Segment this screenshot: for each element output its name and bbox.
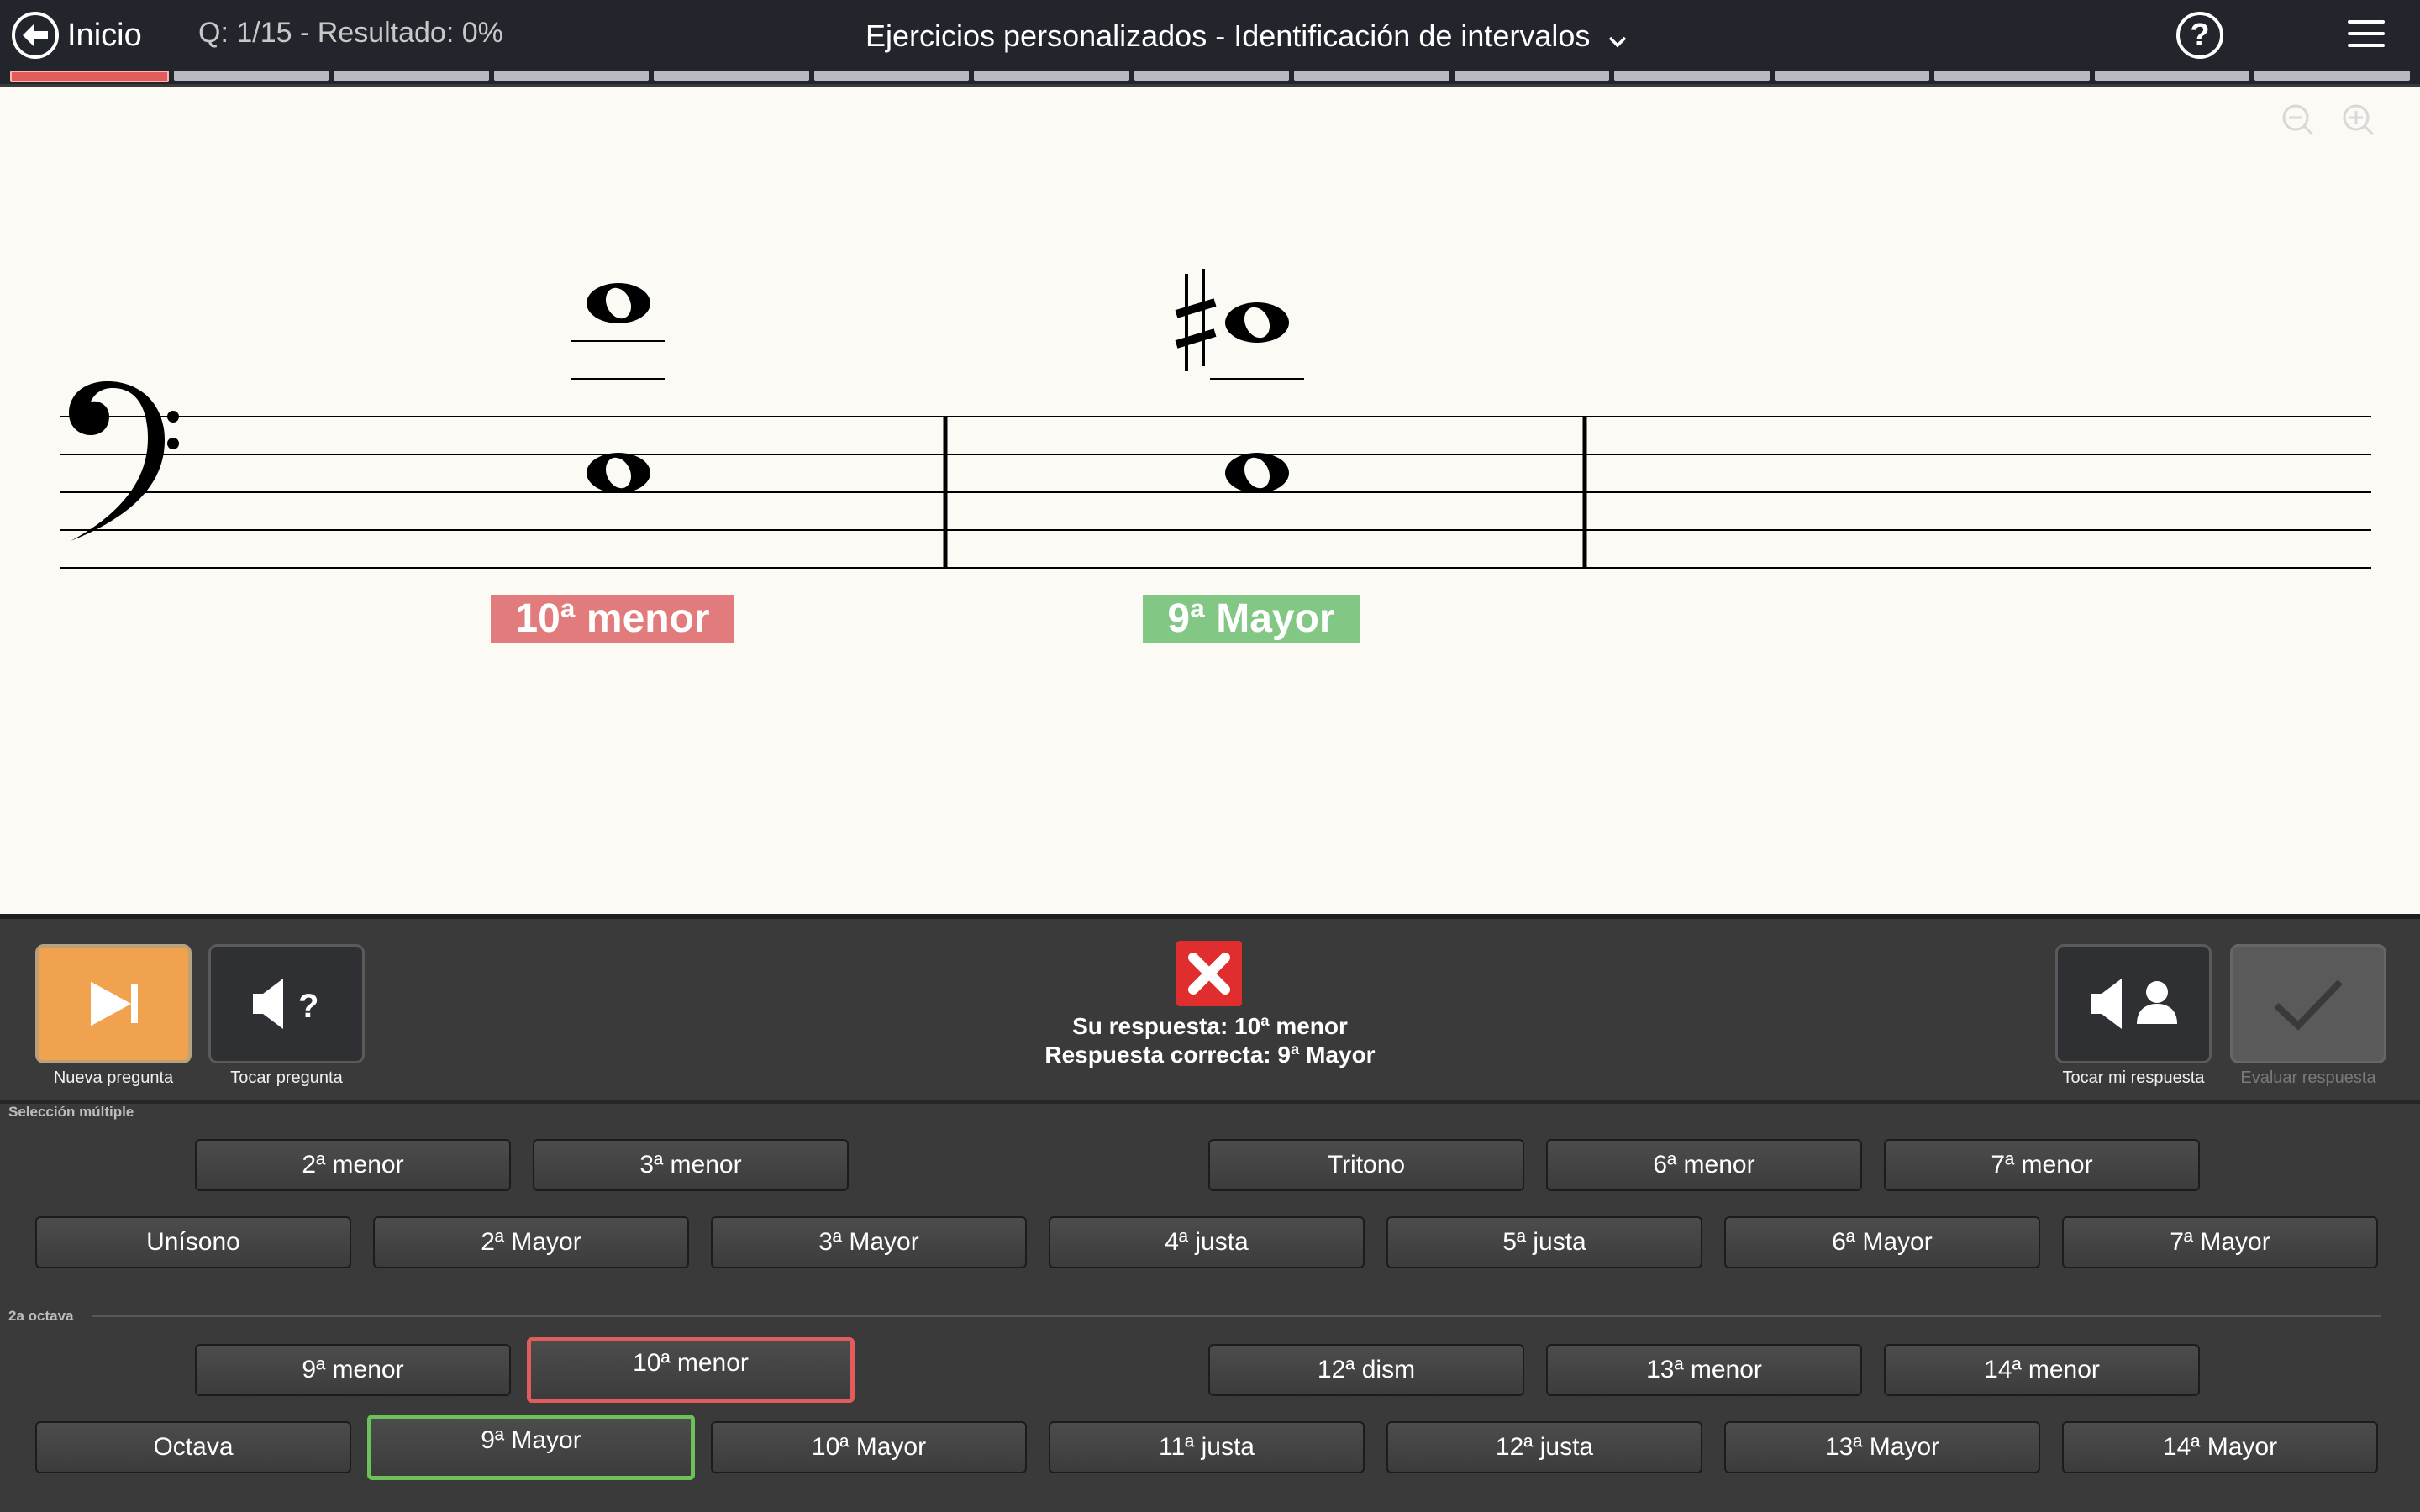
answer-button[interactable]: 12ª justa [1386,1421,1702,1473]
answer-button[interactable]: 10ª Mayor [711,1421,1027,1473]
answer-button-selected-wrong[interactable]: 10ª menor [527,1337,855,1403]
progress-segment [493,71,650,81]
new-question-label: Nueva pregunta [53,1068,174,1087]
ledger-lines [571,340,666,380]
answer-button[interactable]: 6ª Mayor [1724,1216,2040,1268]
progress-text: Q: 1/15 - Resultado: 0% [198,17,503,49]
section-label-second-octave: 2a octava [8,1308,74,1324]
answer-button[interactable]: 13ª Mayor [1724,1421,2040,1473]
section-label-multiple-choice: Selección múltiple [8,1104,134,1120]
progress-segment [654,71,809,81]
whole-note [1225,302,1289,343]
progress-segment [974,71,1129,81]
home-button[interactable]: Inicio [12,10,142,60]
exercise-title-dropdown[interactable]: Ejercicios personalizados - Identificaci… [865,17,1627,55]
help-icon[interactable]: ? [2176,12,2223,59]
bass-clef-icon [69,381,179,541]
answer-button[interactable]: Unísono [35,1216,351,1268]
whole-note [1225,453,1289,493]
play-my-answer-button[interactable] [2055,944,2212,1063]
answer-button[interactable]: 6ª menor [1546,1139,1862,1191]
section-divider [92,1315,2381,1317]
play-question-label: Tocar pregunta [230,1068,343,1087]
play-question-button[interactable]: ? [208,944,365,1063]
chevron-down-icon [1608,20,1627,55]
answer-button[interactable]: 9ª menor [195,1344,511,1396]
back-arrow-icon [12,12,59,59]
whole-note [587,453,650,493]
progress-segment [1454,71,1610,81]
answer-button[interactable]: 7ª menor [1884,1139,2200,1191]
answer-button[interactable]: 11ª justa [1049,1421,1365,1473]
progress-segment [1614,71,1770,81]
progress-segment [1934,71,2090,81]
incorrect-x-icon [1176,941,1242,1006]
answer-button[interactable]: 2ª menor [195,1139,511,1191]
speaker-person-icon [2091,979,2177,1029]
progress-segment [1774,71,1930,81]
evaluate-answer-button[interactable] [2230,944,2386,1063]
hamburger-menu-icon[interactable] [2348,20,2385,50]
progress-segment [173,71,329,81]
progress-segment [2254,71,2410,81]
interval-label-correct: 9ª Mayor [1143,595,1360,643]
progress-segment [813,71,970,81]
svg-text:?: ? [298,988,318,1025]
zoom-in-icon[interactable] [2343,104,2375,136]
evaluate-answer-label: Evaluar respuesta [2240,1068,2376,1087]
answer-button[interactable]: 4ª justa [1049,1216,1365,1268]
speaker-question-icon: ? [253,979,318,1029]
score-area: 10ª menor 9ª Mayor [0,87,2420,914]
progress-segment [2094,71,2250,81]
question-progress-bar [10,71,2410,84]
progress-segment [334,71,489,81]
zoom-out-icon[interactable] [2282,104,2314,136]
answer-button[interactable]: 14ª menor [1884,1344,2200,1396]
answer-button[interactable]: 7ª Mayor [2062,1216,2378,1268]
answer-button[interactable]: Tritono [1208,1139,1524,1191]
progress-segment [10,71,169,82]
progress-segment [1134,71,1290,81]
answer-button[interactable]: Octava [35,1421,351,1473]
music-staff [60,104,2375,569]
staff-lines [60,416,2371,569]
answer-button[interactable]: 12ª dism [1208,1344,1524,1396]
exercise-title: Ejercicios personalizados - Identificaci… [865,18,1591,53]
home-label: Inicio [67,17,142,53]
answer-button[interactable]: 2ª Mayor [373,1216,689,1268]
your-answer-text: Su respuesta: 10ª menor [1072,1013,1348,1039]
answer-button-correct[interactable]: 9ª Mayor [367,1415,695,1480]
checkmark-icon [2274,979,2343,1031]
correct-answer-text: Respuesta correcta: 9ª Mayor [1044,1042,1376,1068]
answer-button[interactable]: 3ª Mayor [711,1216,1027,1268]
answer-button[interactable]: 14ª Mayor [2062,1421,2378,1473]
play-my-answer-label: Tocar mi respuesta [2062,1068,2205,1087]
answer-button[interactable]: 3ª menor [533,1139,849,1191]
sharp-accidental-icon [1175,269,1217,371]
skip-forward-icon [91,981,138,1026]
interval-label-answer: 10ª menor [491,595,734,643]
new-question-button[interactable] [35,944,192,1063]
answer-button[interactable]: 5ª justa [1386,1216,1702,1268]
answer-button[interactable]: 13ª menor [1546,1344,1862,1396]
whole-note [587,283,650,323]
progress-segment [1294,71,1449,81]
